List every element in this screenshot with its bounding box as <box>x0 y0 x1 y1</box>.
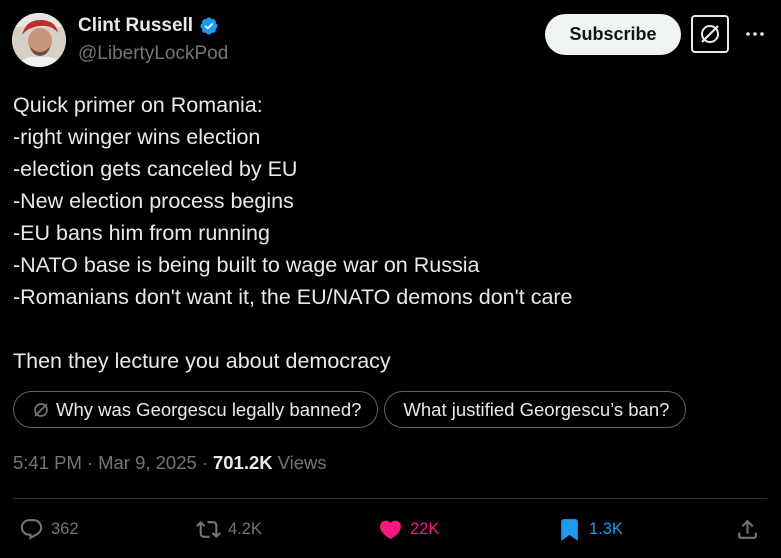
reply-count: 362 <box>51 520 79 538</box>
repost-icon <box>196 521 221 538</box>
avatar-image <box>12 13 66 67</box>
tweet-line: -election gets canceled by EU <box>13 157 298 181</box>
repost-button[interactable]: 4.2K <box>196 517 262 542</box>
bookmark-button[interactable]: 1.3K <box>557 517 623 542</box>
grok-prompt-chip[interactable]: Why was Georgescu legally banned? <box>13 391 379 428</box>
tweet-text: Quick primer on Romania: -right winger w… <box>13 89 753 377</box>
reply-icon <box>20 519 43 540</box>
share-icon <box>738 519 757 539</box>
reply-button[interactable]: 362 <box>19 517 79 542</box>
views-label: Views <box>277 452 327 473</box>
bookmark-count: 1.3K <box>589 520 623 538</box>
tweet-line: -NATO base is being built to wage war on… <box>13 253 480 277</box>
subscribe-button[interactable]: Subscribe <box>545 14 681 55</box>
tweet-line: -right winger wins election <box>13 125 261 149</box>
repost-count: 4.2K <box>228 520 262 538</box>
meta-separator: · <box>201 452 208 473</box>
tweet-line: -New election process begins <box>13 189 294 213</box>
grok-prompt-label: What justified Georgescu’s ban? <box>403 398 670 420</box>
tweet-meta: 5:41 PM · Mar 9, 2025 · 701.2K Views <box>13 452 327 474</box>
verified-badge-icon <box>199 16 219 36</box>
grok-prompt-label: Why was Georgescu legally banned? <box>56 398 362 420</box>
grok-button[interactable] <box>691 15 729 53</box>
avatar[interactable] <box>12 13 66 67</box>
tweet-time[interactable]: 5:41 PM <box>13 452 82 474</box>
bookmark-icon <box>561 519 578 541</box>
more-icon <box>746 32 764 36</box>
tweet-line: -EU bans him from running <box>13 221 270 245</box>
tweet-line: Quick primer on Romania: <box>13 93 263 117</box>
like-count: 22K <box>410 520 440 538</box>
like-button[interactable]: 22K <box>378 517 439 542</box>
tweet-line: -Romanians don't want it, the EU/NATO de… <box>13 285 573 309</box>
views-count: 701.2K <box>212 452 273 473</box>
meta-separator: · <box>86 452 94 473</box>
more-button[interactable] <box>742 22 768 46</box>
author-handle[interactable]: @LibertyLockPod <box>78 43 228 65</box>
tweet-date[interactable]: Mar 9, 2025 <box>98 452 197 474</box>
author-display-name[interactable]: Clint Russell <box>78 15 193 37</box>
grok-icon <box>701 25 719 43</box>
grok-icon <box>34 402 48 417</box>
share-button[interactable] <box>735 517 760 542</box>
divider <box>13 498 767 499</box>
heart-icon <box>380 520 401 540</box>
tweet-line: Then they lecture you about democracy <box>13 349 391 373</box>
author-name-row[interactable]: Clint Russell <box>78 15 219 37</box>
grok-prompt-chip[interactable]: What justified Georgescu’s ban? <box>384 391 687 428</box>
tweet-line <box>13 313 753 345</box>
grok-prompt-chips: Why was Georgescu legally banned? What j… <box>13 391 687 428</box>
